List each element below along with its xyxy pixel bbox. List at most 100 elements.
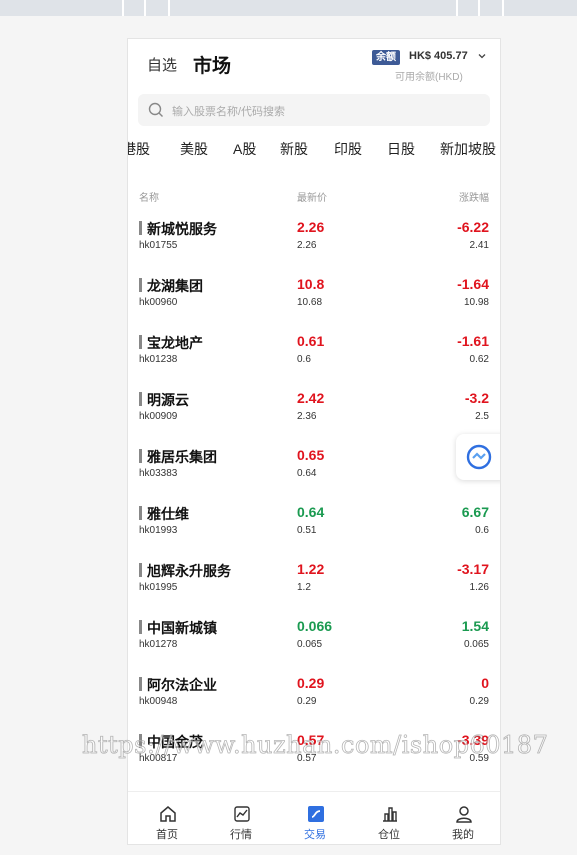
balance-badge: 余额 bbox=[372, 50, 400, 65]
nav-trade[interactable]: 交易 bbox=[278, 792, 352, 844]
chevron-down-icon[interactable] bbox=[477, 51, 487, 61]
stock-code: hk01755 bbox=[139, 240, 178, 251]
stock-prev-price: 0.51 bbox=[297, 525, 317, 536]
stock-row[interactable]: 雅仕维 hk01993 0.64 0.51 6.67 0.6 bbox=[128, 502, 500, 559]
top-bar-divider bbox=[144, 0, 146, 16]
nav-position[interactable]: 仓位 bbox=[352, 792, 426, 844]
stock-prev-close: 1.26 bbox=[469, 582, 489, 593]
stock-name: 宝龙地产 bbox=[147, 335, 203, 351]
stock-row[interactable]: 明源云 hk00909 2.42 2.36 -3.2 2.5 bbox=[128, 388, 500, 445]
home-icon bbox=[160, 806, 176, 822]
market-tab[interactable]: 日股 bbox=[387, 139, 415, 159]
stock-change: -1.64 bbox=[457, 276, 489, 292]
row-marker bbox=[139, 392, 142, 406]
stock-code: hk01238 bbox=[139, 354, 178, 365]
stock-code: hk01993 bbox=[139, 525, 178, 536]
stock-code: hk01278 bbox=[139, 639, 178, 650]
stock-name: 新城悦服务 bbox=[147, 221, 217, 237]
market-tab[interactable]: 港股 bbox=[128, 139, 150, 159]
stock-price: 1.22 bbox=[297, 561, 325, 577]
bottom-nav: 首页 行情 交易 仓位 我的 bbox=[128, 791, 500, 844]
trade-icon bbox=[308, 806, 324, 822]
browser-top-bar bbox=[0, 0, 577, 16]
stock-code: hk00948 bbox=[139, 696, 178, 707]
stock-row[interactable]: 雅居乐集团 hk03383 0.65 0.64 bbox=[128, 445, 500, 502]
column-header-change: 涨跌幅 bbox=[459, 193, 489, 204]
stock-prev-price: 0.6 bbox=[297, 354, 311, 365]
stock-row[interactable]: 阿尔法企业 hk00948 0.29 0.29 0 0.29 bbox=[128, 673, 500, 730]
top-bar-divider bbox=[478, 0, 480, 16]
row-marker bbox=[139, 221, 142, 235]
stock-prev-close: 0.065 bbox=[463, 639, 489, 650]
nav-profile[interactable]: 我的 bbox=[426, 792, 500, 844]
stock-price: 2.42 bbox=[297, 390, 325, 406]
row-marker bbox=[139, 677, 142, 691]
stock-row[interactable]: 中国新城镇 hk01278 0.066 0.065 1.54 0.065 bbox=[128, 616, 500, 673]
nav-label: 交易 bbox=[304, 829, 326, 841]
stock-code: hk00909 bbox=[139, 411, 178, 422]
nav-label: 行情 bbox=[230, 829, 252, 841]
stock-code: hk00960 bbox=[139, 297, 178, 308]
stock-prev-close: 0.62 bbox=[469, 354, 489, 365]
row-marker bbox=[139, 278, 142, 292]
row-marker bbox=[139, 563, 142, 577]
stock-change: -3.2 bbox=[464, 390, 489, 406]
stock-price: 10.8 bbox=[297, 276, 325, 292]
stock-change: 0 bbox=[481, 675, 489, 691]
nav-chart[interactable]: 行情 bbox=[204, 792, 278, 844]
stock-row[interactable]: 旭辉永升服务 hk01995 1.22 1.2 -3.17 1.26 bbox=[128, 559, 500, 616]
stock-row[interactable]: 龙湖集团 hk00960 10.8 10.68 -1.64 10.98 bbox=[128, 274, 500, 331]
stock-name: 龙湖集团 bbox=[147, 278, 203, 294]
stock-price: 0.29 bbox=[297, 675, 325, 691]
top-bar-divider bbox=[168, 0, 170, 16]
stock-prev-close: 2.41 bbox=[469, 240, 489, 251]
header: 自选 市场 余额 HK$ 405.77 可用余额(HKD) bbox=[128, 39, 500, 89]
stock-name: 中国新城镇 bbox=[147, 620, 217, 636]
search-input[interactable]: 输入股票名称/代码搜索 bbox=[138, 94, 490, 126]
floating-service-button[interactable] bbox=[456, 434, 500, 480]
stock-prev-close: 0.6 bbox=[475, 525, 489, 536]
market-tab[interactable]: 新加坡股 bbox=[440, 139, 496, 159]
balance-value[interactable]: HK$ 405.77 bbox=[409, 50, 468, 62]
search-placeholder: 输入股票名称/代码搜索 bbox=[172, 106, 286, 118]
market-tab[interactable]: 印股 bbox=[334, 139, 362, 159]
tab-watchlist[interactable]: 自选 bbox=[147, 54, 177, 75]
row-marker bbox=[139, 506, 142, 520]
nav-label: 首页 bbox=[156, 829, 178, 841]
market-tab[interactable]: A股 bbox=[233, 139, 256, 159]
stock-prev-close: 10.98 bbox=[463, 297, 489, 308]
stock-price: 2.26 bbox=[297, 219, 325, 235]
stock-name: 旭辉永升服务 bbox=[147, 563, 231, 579]
stock-name: 明源云 bbox=[147, 392, 189, 408]
top-bar-divider bbox=[122, 0, 124, 16]
nav-label: 我的 bbox=[452, 829, 474, 841]
tab-market[interactable]: 市场 bbox=[193, 51, 231, 78]
stock-name: 雅居乐集团 bbox=[147, 449, 217, 465]
stock-prev-price: 1.2 bbox=[297, 582, 311, 593]
balance-label: 可用余额(HKD) bbox=[395, 72, 463, 83]
stock-change: -1.61 bbox=[457, 333, 489, 349]
stock-prev-close: 0.29 bbox=[469, 696, 489, 707]
stock-prev-close: 2.5 bbox=[475, 411, 489, 422]
stock-prev-price: 0.29 bbox=[297, 696, 317, 707]
stock-row[interactable]: 新城悦服务 hk01755 2.26 2.26 -6.22 2.41 bbox=[128, 217, 500, 274]
stock-price: 0.65 bbox=[297, 447, 325, 463]
customer-service-icon bbox=[466, 444, 492, 470]
stock-name: 雅仕维 bbox=[147, 506, 189, 522]
chart-icon bbox=[234, 806, 250, 822]
market-tab[interactable]: 新股 bbox=[280, 139, 308, 159]
market-tab[interactable]: 美股 bbox=[180, 139, 208, 159]
stock-prev-price: 0.64 bbox=[297, 468, 317, 479]
watermark: https://www.huzhan.com/ishop60187 bbox=[82, 731, 549, 760]
stock-name: 阿尔法企业 bbox=[147, 677, 217, 693]
column-header-price: 最新价 bbox=[297, 193, 327, 204]
stock-price: 0.066 bbox=[297, 618, 333, 634]
stock-prev-price: 2.26 bbox=[297, 240, 317, 251]
stock-price: 0.64 bbox=[297, 504, 325, 520]
position-icon bbox=[383, 807, 397, 822]
nav-home[interactable]: 首页 bbox=[130, 792, 204, 844]
stock-row[interactable]: 宝龙地产 hk01238 0.61 0.6 -1.61 0.62 bbox=[128, 331, 500, 388]
profile-icon bbox=[456, 806, 472, 823]
row-marker bbox=[139, 449, 142, 463]
stock-change: -6.22 bbox=[457, 219, 489, 235]
